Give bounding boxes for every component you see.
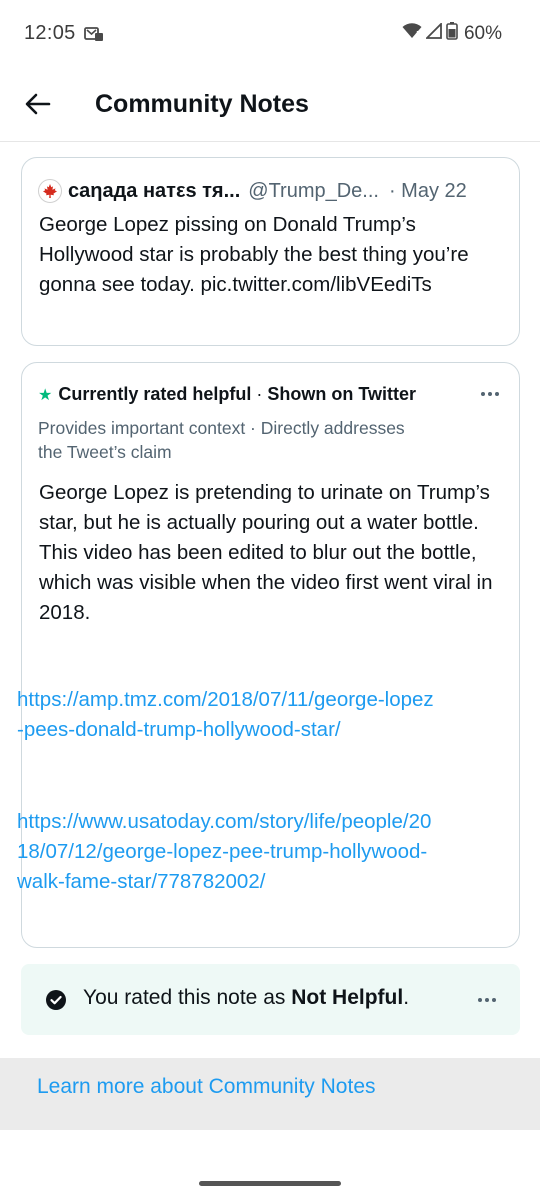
rated-text: You rated this note as Not Helpful. (83, 986, 409, 1010)
learn-more-link[interactable]: Learn more about Community Notes (37, 1075, 376, 1099)
note-rating-status: Currently rated helpful (58, 384, 252, 404)
rated-value: Not Helpful (291, 986, 404, 1009)
status-time: 12:05 (24, 22, 76, 44)
rated-banner: You rated this note as Not Helpful. (21, 964, 520, 1035)
note-status-separator: · (256, 384, 263, 404)
maple-leaf-icon (43, 184, 57, 198)
battery-icon (446, 22, 458, 45)
note-reasons: Provides important context · Directly ad… (38, 418, 405, 462)
signal-icon (424, 21, 442, 44)
home-indicator[interactable] (199, 1181, 341, 1186)
more-dot-icon (485, 998, 489, 1002)
arrow-left-icon (25, 93, 51, 115)
more-dot-icon (481, 392, 485, 396)
more-dot-icon (488, 392, 492, 396)
note-more-button[interactable] (475, 384, 505, 404)
more-dot-icon (478, 998, 482, 1002)
tweet-date: · May 22 (388, 179, 467, 202)
star-icon: ★ (38, 386, 53, 404)
tweet-author-handle: @Trump_De... (248, 179, 379, 202)
back-button[interactable] (22, 88, 54, 120)
tweet-text: George Lopez pissing on Donald Trump’s H… (39, 213, 469, 296)
wifi-icon (402, 23, 422, 44)
note-source-link-tmz[interactable]: https://amp.tmz.com/2018/07/11/george-lo… (17, 685, 437, 745)
avatar (38, 179, 62, 203)
learn-more-bar: Learn more about Community Notes (0, 1058, 540, 1130)
rated-prefix: You rated this note as (83, 986, 292, 1009)
note-status: ★ Currently rated helpful · Shown on Twi… (38, 384, 416, 405)
tweet-header: caηaдa нaтεs тя... @Trump_De... · May 22 (38, 178, 503, 204)
app-bar: Community Notes (0, 68, 540, 142)
more-dot-icon (492, 998, 496, 1002)
tweet-author-name: caηaдa нaтεs тя... (68, 179, 241, 202)
status-bar: 12:05 60% (0, 0, 540, 68)
rating-more-button[interactable] (472, 990, 502, 1010)
check-circle-icon (46, 990, 66, 1010)
page-title: Community Notes (95, 90, 309, 118)
notification-icon (84, 26, 104, 42)
note-shown-status: Shown on Twitter (267, 384, 417, 404)
note-body: George Lopez is pretending to urinate on… (39, 481, 493, 624)
rated-suffix: . (403, 986, 410, 1009)
more-dot-icon (495, 392, 499, 396)
battery-percent: 60% (463, 22, 502, 44)
tweet-card[interactable]: caηaдa нaтεs тя... @Trump_De... · May 22… (21, 157, 520, 346)
note-source-link-usatoday[interactable]: https://www.usatoday.com/story/life/peop… (17, 807, 437, 897)
